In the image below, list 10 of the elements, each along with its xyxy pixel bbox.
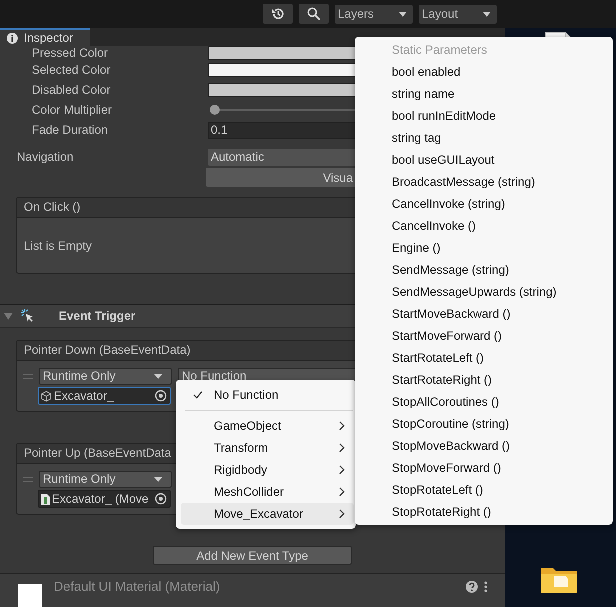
property-label: Color Multiplier	[31, 103, 114, 117]
property-label: Fade Duration	[31, 123, 110, 137]
menu-header: Static Parameters	[392, 42, 488, 59]
empty-list-text: List is Empty	[24, 238, 92, 252]
property-label: Selected Color	[31, 63, 112, 77]
material-name: Default UI Material (Material)	[54, 578, 222, 596]
component-title: Event Trigger	[59, 309, 136, 323]
property-label: Pressed Color	[31, 46, 110, 60]
property-label: Disabled Color	[31, 83, 112, 97]
property-label: Navigation	[16, 150, 75, 164]
